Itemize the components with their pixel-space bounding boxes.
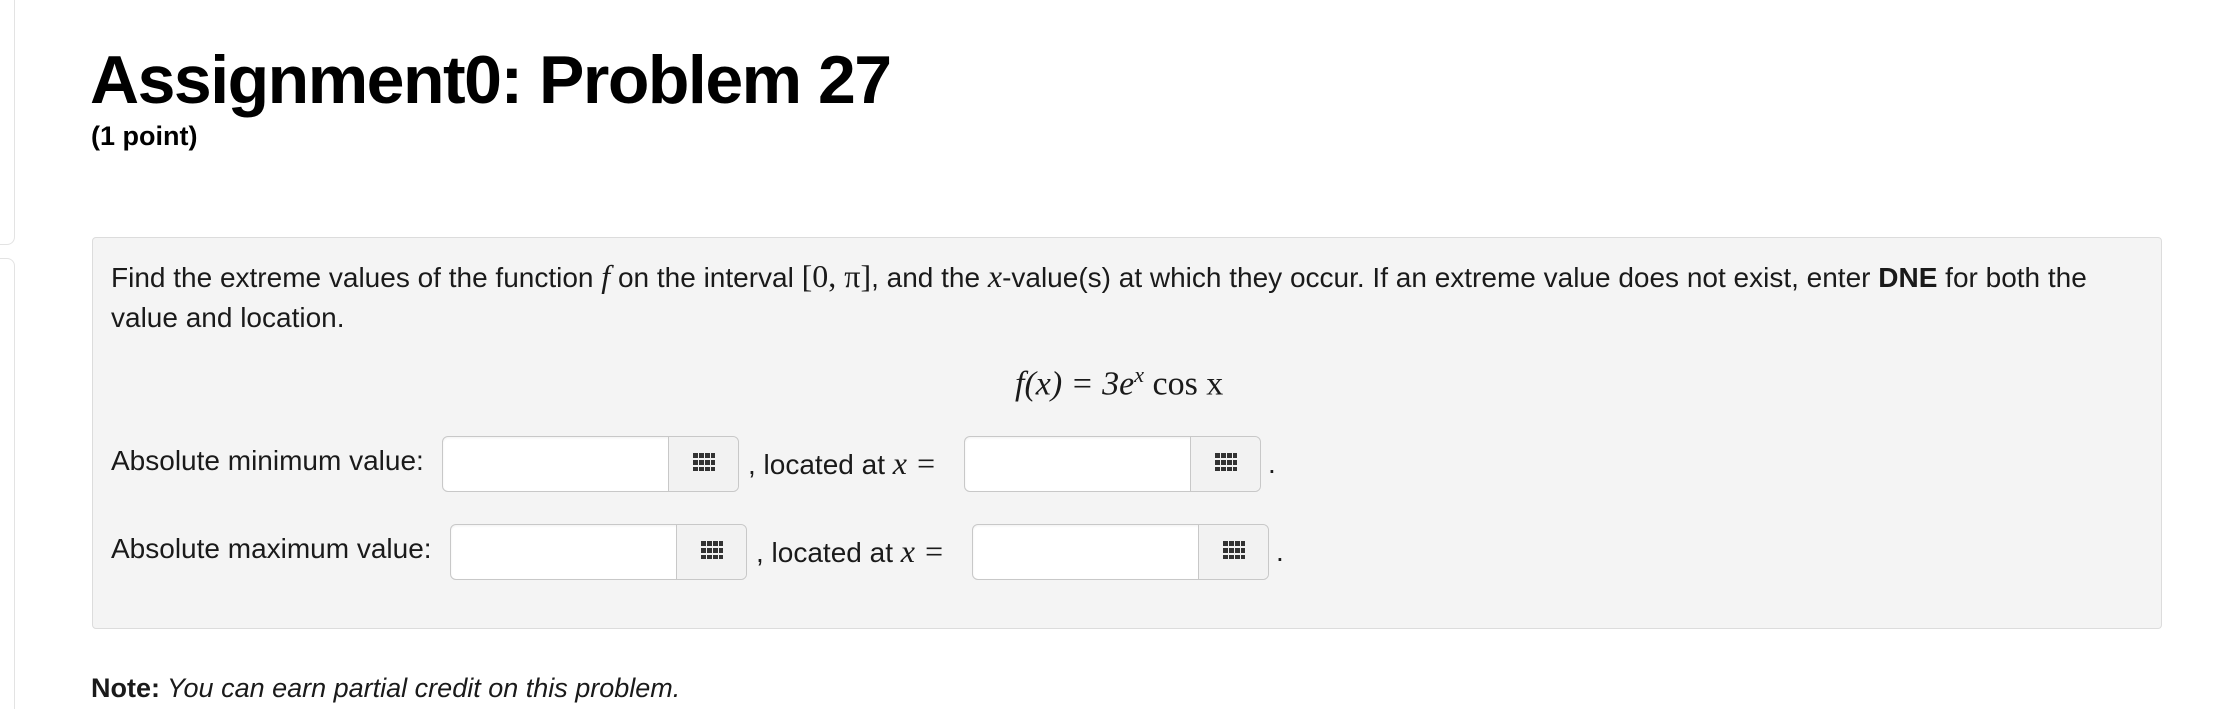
x-equals: x = [892, 445, 937, 481]
grid-icon [1222, 541, 1245, 559]
x-equals: x = [900, 533, 945, 569]
min-location-palette-button[interactable] [1190, 437, 1260, 491]
max-value-label: Absolute maximum value: [111, 533, 432, 564]
prompt-text-2: on the interval [610, 262, 802, 293]
left-panel-edge-bottom [0, 258, 15, 709]
min-value-label: Absolute minimum value: [111, 445, 424, 476]
located-at-text: , located at [748, 449, 893, 480]
max-value-field [450, 524, 747, 580]
min-located-at: , located at x = [748, 445, 937, 482]
left-panel-edge-top [0, 0, 15, 245]
min-location-field [964, 436, 1261, 492]
grid-icon [700, 541, 723, 559]
min-value-palette-button[interactable] [668, 437, 738, 491]
max-location-palette-button[interactable] [1198, 525, 1268, 579]
min-value-input[interactable] [443, 437, 668, 491]
located-at-text: , located at [756, 537, 901, 568]
grid-icon [692, 453, 715, 471]
prompt-text-4: -value(s) at which they occur. If an ext… [1002, 262, 1879, 293]
max-period: . [1276, 536, 1284, 567]
max-located-at: , located at x = [756, 533, 945, 570]
problem-prompt: Find the extreme values of the function … [111, 256, 2131, 338]
max-value-palette-button[interactable] [676, 525, 746, 579]
note-text: You can earn partial credit on this prob… [160, 673, 681, 703]
points-label: (1 point) [91, 121, 198, 151]
partial-credit-note: Note: You can earn partial credit on thi… [91, 673, 680, 704]
prompt-text-1: Find the extreme values of the function [111, 262, 602, 293]
max-value-input[interactable] [451, 525, 676, 579]
page-title: Assignment0: Problem 27 [90, 42, 892, 118]
interval: [0, π] [801, 258, 872, 294]
equation-exponent: x [1134, 362, 1144, 387]
function-symbol: f [601, 258, 611, 294]
max-location-field [972, 524, 1269, 580]
min-location-input[interactable] [965, 437, 1190, 491]
max-location-input[interactable] [973, 525, 1198, 579]
note-label: Note: [91, 673, 160, 703]
function-equation: f(x) = 3ex cos x [1015, 362, 1223, 403]
equation-rhs: cos x [1143, 365, 1224, 403]
grid-icon [1214, 453, 1237, 471]
min-period: . [1268, 448, 1276, 479]
prompt-text-3: , and the [871, 262, 988, 293]
equation-lhs: f(x) = 3e [1015, 365, 1135, 403]
min-value-field [442, 436, 739, 492]
dne-keyword: DNE [1878, 262, 1938, 293]
x-symbol: x [987, 258, 1003, 294]
